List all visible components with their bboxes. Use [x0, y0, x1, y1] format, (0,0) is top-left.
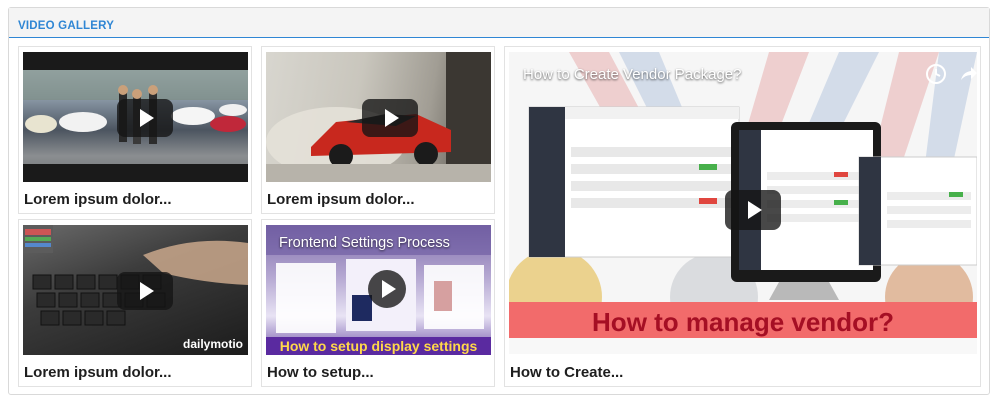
video-thumbnail-1[interactable]: [23, 52, 248, 182]
play-icon: [748, 201, 762, 219]
video-caption[interactable]: Lorem ipsum dolor...: [24, 364, 172, 381]
clock-icon[interactable]: [925, 63, 947, 85]
dailymotion-watermark: dailymotio: [183, 337, 244, 351]
video-card-4[interactable]: Frontend Settings Process How to setup d…: [261, 219, 495, 387]
play-button[interactable]: [368, 270, 406, 308]
play-button[interactable]: [117, 99, 173, 137]
video-card-2[interactable]: Lorem ipsum dolor...: [261, 46, 495, 214]
play-button[interactable]: [725, 190, 781, 230]
play-button[interactable]: [117, 272, 173, 310]
video-overlay-banner: How to setup display settings: [279, 338, 478, 354]
video-card-1[interactable]: Lorem ipsum dolor...: [18, 46, 252, 214]
video-caption[interactable]: How to setup...: [267, 364, 374, 381]
video-card-5[interactable]: How to Create Vendor Package? How to man…: [504, 46, 981, 387]
play-icon: [382, 280, 396, 298]
video-caption[interactable]: Lorem ipsum dolor...: [267, 191, 415, 208]
video-caption[interactable]: How to Create...: [510, 364, 623, 381]
play-icon: [140, 282, 154, 300]
video-overlay-title: Frontend Settings Process: [279, 235, 450, 251]
video-card-3[interactable]: dailymotio Lorem ipsum dolor...: [18, 219, 252, 387]
video-thumbnail-4[interactable]: Frontend Settings Process How to setup d…: [266, 225, 491, 355]
video-thumbnail-2[interactable]: [266, 52, 491, 182]
panel-title: VIDEO GALLERY: [18, 20, 115, 32]
video-thumbnail-3[interactable]: dailymotio: [23, 225, 248, 355]
video-thumbnail-5[interactable]: How to Create Vendor Package? How to man…: [509, 52, 977, 354]
play-icon: [385, 109, 399, 127]
play-icon: [140, 109, 154, 127]
video-gallery-panel: VIDEO GALLERY Lorem ipsum dolor... Lorem…: [8, 7, 990, 395]
panel-header: VIDEO GALLERY: [9, 8, 989, 38]
video-overlay-title: How to Create Vendor Package?: [523, 66, 742, 83]
play-button[interactable]: [362, 99, 418, 137]
share-icon[interactable]: [957, 63, 977, 85]
video-overlay-banner: How to manage vendor?: [592, 307, 894, 337]
video-caption[interactable]: Lorem ipsum dolor...: [24, 191, 172, 208]
